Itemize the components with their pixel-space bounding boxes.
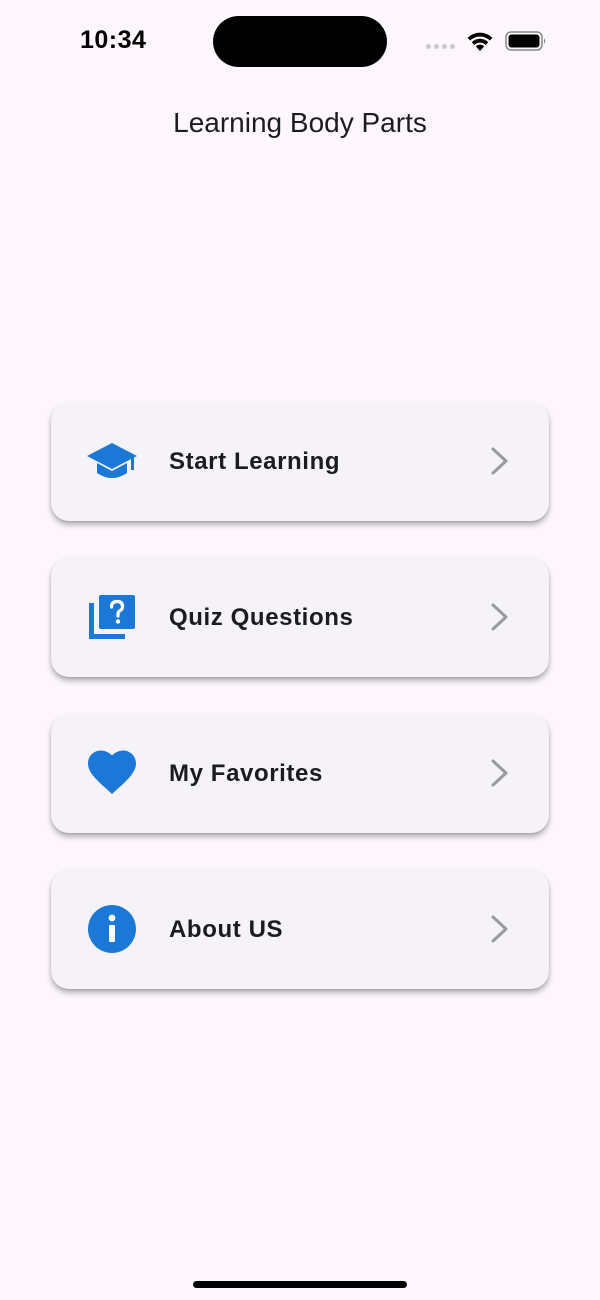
status-time: 10:34 xyxy=(80,26,147,54)
start-learning-button[interactable]: Start Learning xyxy=(51,402,549,521)
quiz-icon xyxy=(89,595,135,639)
my-favorites-button[interactable]: My Favorites xyxy=(51,714,549,833)
page-title: Learning Body Parts xyxy=(173,107,427,138)
heart-icon xyxy=(88,750,136,794)
my-favorites-label: My Favorites xyxy=(169,760,323,787)
info-icon xyxy=(88,905,136,953)
graduation-cap-icon xyxy=(87,443,137,478)
cellular-signal-icon xyxy=(426,44,456,50)
main-menu: Start Learning Quiz Questions My Favorit… xyxy=(51,402,549,1026)
battery-icon xyxy=(505,31,546,51)
wifi-icon xyxy=(467,32,493,51)
quiz-questions-button[interactable]: Quiz Questions xyxy=(51,558,549,677)
about-us-label: About US xyxy=(169,916,284,943)
start-learning-label: Start Learning xyxy=(169,448,341,475)
chevron-right-icon xyxy=(491,915,508,943)
chevron-right-icon xyxy=(491,759,508,787)
home-indicator[interactable] xyxy=(193,1281,407,1288)
chevron-right-icon xyxy=(491,447,508,475)
status-bar: 10:34 xyxy=(0,0,600,84)
chevron-right-icon xyxy=(491,603,508,631)
about-us-button[interactable]: About US xyxy=(51,870,549,989)
quiz-questions-label: Quiz Questions xyxy=(169,604,354,631)
dynamic-island xyxy=(213,16,387,67)
